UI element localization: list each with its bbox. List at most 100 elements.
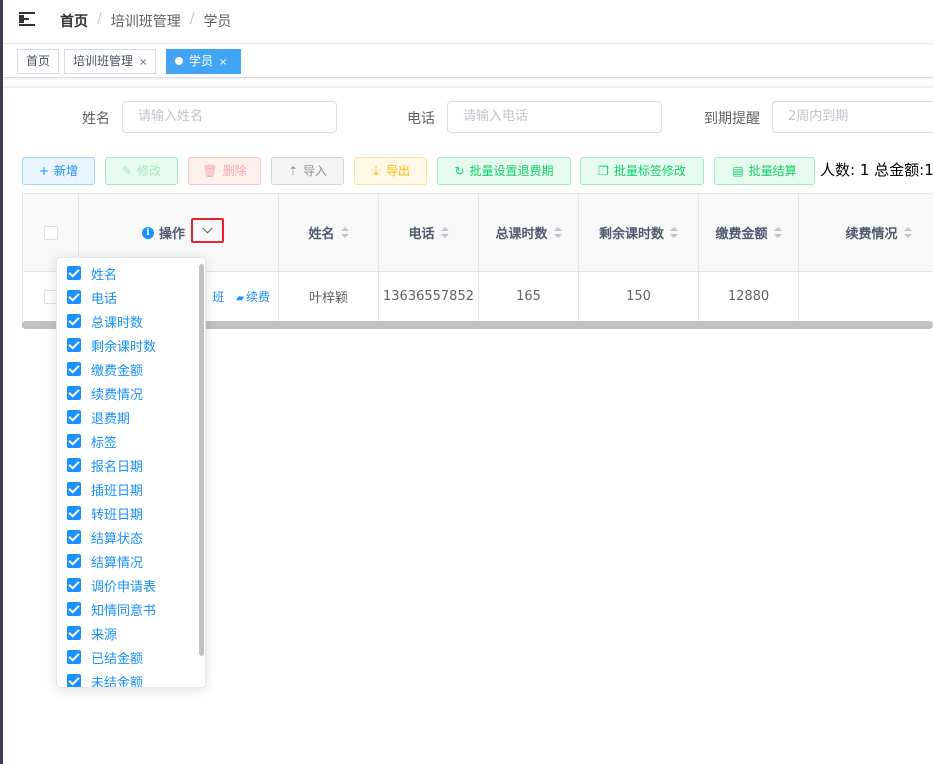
header-name[interactable]: 姓名 xyxy=(279,194,379,272)
cell-renewal xyxy=(799,272,933,322)
checkbox-checked-icon[interactable] xyxy=(67,578,81,592)
checkbox-checked-icon[interactable] xyxy=(67,626,81,640)
header-renewal[interactable]: 续费情况 xyxy=(799,194,933,272)
phone-input[interactable]: 请输入电话 xyxy=(447,101,662,133)
column-option[interactable]: 转班日期 xyxy=(67,501,143,525)
column-option-label: 知情同意书 xyxy=(91,603,157,619)
sort-icon[interactable] xyxy=(773,226,782,239)
close-icon[interactable]: × xyxy=(139,57,147,68)
edit-button[interactable]: ✎ 修改 xyxy=(105,157,178,185)
sort-icon[interactable] xyxy=(553,226,562,239)
transfer-class-link[interactable]: 班 xyxy=(212,288,224,305)
money-icon: ▤ xyxy=(732,164,744,178)
column-option[interactable]: 电话 xyxy=(67,285,117,309)
hamburger-menu-icon[interactable] xyxy=(19,11,37,27)
column-option[interactable]: 缴费金额 xyxy=(67,357,143,381)
cell-payment: 12880 xyxy=(699,272,799,322)
delete-button[interactable]: 🗑 删除 xyxy=(188,157,261,185)
sort-icon[interactable] xyxy=(340,226,349,239)
column-option-label: 转班日期 xyxy=(91,507,144,523)
column-option-label: 续费情况 xyxy=(91,387,144,403)
checkbox-checked-icon[interactable] xyxy=(67,506,81,520)
column-option[interactable]: 插班日期 xyxy=(67,477,143,501)
header-payment[interactable]: 缴费金额 xyxy=(699,194,799,272)
column-option[interactable]: 未结金额 xyxy=(67,669,144,688)
column-option[interactable]: 总课时数 xyxy=(67,309,143,333)
sort-icon[interactable] xyxy=(903,226,912,239)
cell-name: 叶梓颖 xyxy=(279,272,379,322)
summary-text: 人数: 1 总金额:1 xyxy=(820,161,933,179)
checkbox-checked-icon[interactable] xyxy=(67,530,81,544)
trash-icon: 🗑 xyxy=(202,164,218,178)
batch-refund-button[interactable]: ↻ 批量设置退费期 xyxy=(437,157,571,185)
tag-students[interactable]: 学员 × xyxy=(166,49,241,74)
breadcrumb-training[interactable]: 培训班管理 xyxy=(111,11,181,31)
checkbox-checked-icon[interactable] xyxy=(67,362,81,376)
column-option[interactable]: 姓名 xyxy=(67,261,117,285)
expire-select[interactable]: 2周内到期 xyxy=(772,101,933,133)
column-option[interactable]: 结算情况 xyxy=(67,549,143,573)
column-option[interactable]: 报名日期 xyxy=(67,453,143,477)
add-button[interactable]: + 新增 xyxy=(22,157,95,185)
expire-label: 到期提醒 xyxy=(704,111,760,127)
cell-remaining-hours: 150 xyxy=(579,272,699,322)
tag-home[interactable]: 首页 xyxy=(17,49,60,74)
renew-link[interactable]: ▰ 续费 xyxy=(236,288,270,305)
header-phone[interactable]: 电话 xyxy=(379,194,479,272)
import-button[interactable]: ⇡ 导入 xyxy=(271,157,344,185)
checkbox-checked-icon[interactable] xyxy=(67,434,81,448)
column-option-label: 电话 xyxy=(91,291,118,307)
checkbox-checked-icon[interactable] xyxy=(67,338,81,352)
checkbox-checked-icon[interactable] xyxy=(67,266,81,280)
column-option-label: 未结金额 xyxy=(91,675,144,688)
breadcrumb-home[interactable]: 首页 xyxy=(60,11,88,31)
export-button[interactable]: ⇣ 导出 xyxy=(354,157,427,185)
breadcrumb: 首页 / 培训班管理 / 学员 xyxy=(60,11,232,31)
tag-training[interactable]: 培训班管理 × xyxy=(64,49,157,74)
column-option-label: 来源 xyxy=(91,627,118,643)
column-option-label: 结算状态 xyxy=(91,531,144,547)
checkbox-checked-icon[interactable] xyxy=(67,554,81,568)
column-option-label: 总课时数 xyxy=(91,315,144,331)
column-option[interactable]: 续费情况 xyxy=(67,381,143,405)
column-option-label: 剩余课时数 xyxy=(91,339,157,355)
checkbox-checked-icon[interactable] xyxy=(67,314,81,328)
header-total-hours[interactable]: 总课时数 xyxy=(479,194,579,272)
select-all-checkbox[interactable] xyxy=(43,225,58,240)
info-icon: i xyxy=(141,226,154,239)
plus-icon: + xyxy=(38,164,50,178)
navbar: 首页 / 培训班管理 / 学员 xyxy=(3,0,933,44)
tag-label: 培训班管理 xyxy=(73,54,134,68)
phone-label: 电话 xyxy=(407,111,435,127)
sort-icon[interactable] xyxy=(440,226,449,239)
column-toggle-button[interactable] xyxy=(191,218,224,243)
column-option[interactable]: 来源 xyxy=(67,621,117,645)
column-option[interactable]: 标签 xyxy=(67,429,117,453)
header-remaining-hours[interactable]: 剩余课时数 xyxy=(579,194,699,272)
dropdown-scrollbar[interactable] xyxy=(199,264,204,656)
checkbox-checked-icon[interactable] xyxy=(67,458,81,472)
checkbox-checked-icon[interactable] xyxy=(67,602,81,616)
column-option[interactable]: 知情同意书 xyxy=(67,597,156,621)
column-option-label: 调价申请表 xyxy=(91,579,157,595)
column-option[interactable]: 退费期 xyxy=(67,405,130,429)
name-input[interactable]: 请输入姓名 xyxy=(122,101,337,133)
batch-tag-button[interactable]: ❐ 批量标签修改 xyxy=(580,157,704,185)
column-option[interactable]: 调价申请表 xyxy=(67,573,156,597)
tag-label: 首页 xyxy=(26,54,51,68)
checkbox-checked-icon[interactable] xyxy=(67,482,81,496)
close-icon[interactable]: × xyxy=(219,57,227,68)
checkbox-checked-icon[interactable] xyxy=(67,650,81,664)
checkbox-checked-icon[interactable] xyxy=(67,386,81,400)
column-option[interactable]: 结算状态 xyxy=(67,525,143,549)
active-dot-icon xyxy=(175,57,183,65)
checkbox-checked-icon[interactable] xyxy=(67,674,81,687)
column-option-label: 标签 xyxy=(91,435,118,451)
breadcrumb-students: 学员 xyxy=(203,14,232,30)
batch-settle-button[interactable]: ▤ 批量结算 xyxy=(714,157,815,185)
column-option[interactable]: 剩余课时数 xyxy=(67,333,156,357)
checkbox-checked-icon[interactable] xyxy=(67,290,81,304)
checkbox-checked-icon[interactable] xyxy=(67,410,81,424)
column-option[interactable]: 已结金额 xyxy=(67,645,143,669)
sort-icon[interactable] xyxy=(670,226,678,239)
